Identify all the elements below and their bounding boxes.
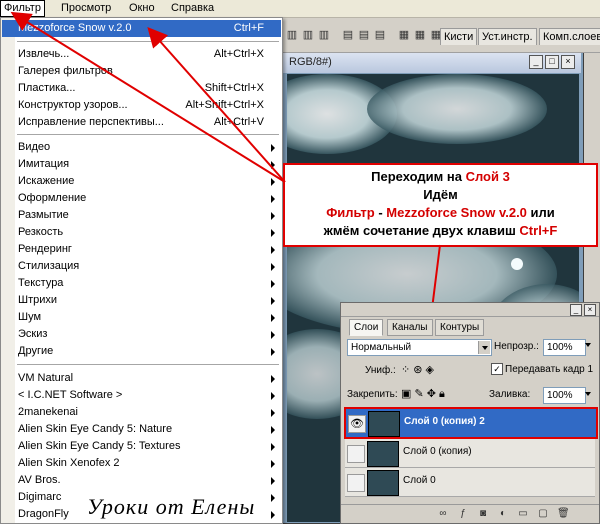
opacity-dropdown-icon[interactable] bbox=[585, 343, 591, 347]
trash-icon[interactable]: 🗑︎ bbox=[557, 508, 570, 520]
propagate-frame-checkbox[interactable]: ✓ bbox=[491, 363, 503, 375]
visibility-toggle[interactable] bbox=[347, 474, 365, 492]
layer-row[interactable]: Слой 0 (копия) bbox=[345, 439, 595, 468]
opacity-value: 100% bbox=[547, 342, 573, 353]
blend-mode-select[interactable]: Нормальный bbox=[347, 339, 492, 356]
panel-header: _ × bbox=[341, 303, 599, 317]
layer-row[interactable]: 👁︎ Слой 0 (копия) 2 bbox=[344, 407, 598, 439]
propagate-frame-label: Передавать кадр 1 bbox=[505, 364, 594, 375]
layer-name: Слой 0 (копия) bbox=[403, 446, 472, 457]
tab-channels[interactable]: Каналы bbox=[387, 319, 433, 336]
tab-paths[interactable]: Контуры bbox=[435, 319, 485, 336]
layer-name: Слой 0 (копия) 2 bbox=[404, 416, 485, 427]
tab-layers[interactable]: Слои bbox=[349, 319, 384, 336]
visibility-toggle[interactable] bbox=[347, 445, 365, 463]
chevron-down-icon bbox=[478, 341, 490, 354]
link-icon[interactable]: ∞ bbox=[437, 508, 449, 520]
opacity-label: Непрозр.: bbox=[494, 341, 539, 352]
new-layer-icon[interactable]: ▢ bbox=[537, 508, 549, 520]
fill-input[interactable]: 100% bbox=[543, 387, 586, 404]
layer-thumbnail bbox=[367, 470, 399, 496]
adjustment-icon[interactable]: ◐ bbox=[497, 508, 509, 520]
unify-label: Униф.: bbox=[365, 365, 396, 376]
layers-bottom-bar: ∞ ƒ ◙ ◐ ▭ ▢ 🗑︎ bbox=[341, 504, 599, 523]
panel-close-button[interactable]: × bbox=[584, 304, 596, 316]
watermark: Уроки от Елены bbox=[87, 494, 256, 519]
layer-row[interactable]: Слой 0 bbox=[345, 468, 595, 497]
arrow-to-filter-menu bbox=[10, 11, 286, 183]
layer-name: Слой 0 bbox=[403, 475, 436, 486]
fill-dropdown-icon[interactable] bbox=[585, 392, 591, 396]
lock-icons[interactable]: ▣ ✎ ✥ 🔒︎ bbox=[401, 387, 445, 401]
mask-icon[interactable]: ◙ bbox=[477, 508, 489, 520]
arrow-to-mezzoforce-item bbox=[147, 27, 286, 183]
unify-icons[interactable]: ⁘ ⊛ ◈ bbox=[401, 363, 434, 376]
blend-mode-value: Нормальный bbox=[351, 342, 412, 353]
lock-label: Закрепить: bbox=[347, 389, 398, 400]
fill-value: 100% bbox=[547, 390, 573, 401]
fill-label: Заливка: bbox=[489, 389, 531, 400]
layer-thumbnail bbox=[367, 441, 399, 467]
opacity-input[interactable]: 100% bbox=[543, 339, 586, 356]
layer-thumbnail bbox=[368, 411, 400, 437]
folder-icon[interactable]: ▭ bbox=[517, 508, 529, 520]
layers-panel: _ × Слои Каналы Контуры Нормальный Непро… bbox=[340, 302, 600, 524]
panel-minimize-button[interactable]: _ bbox=[570, 304, 582, 316]
eye-icon[interactable]: 👁︎ bbox=[348, 415, 366, 433]
fx-icon[interactable]: ƒ bbox=[457, 508, 469, 520]
